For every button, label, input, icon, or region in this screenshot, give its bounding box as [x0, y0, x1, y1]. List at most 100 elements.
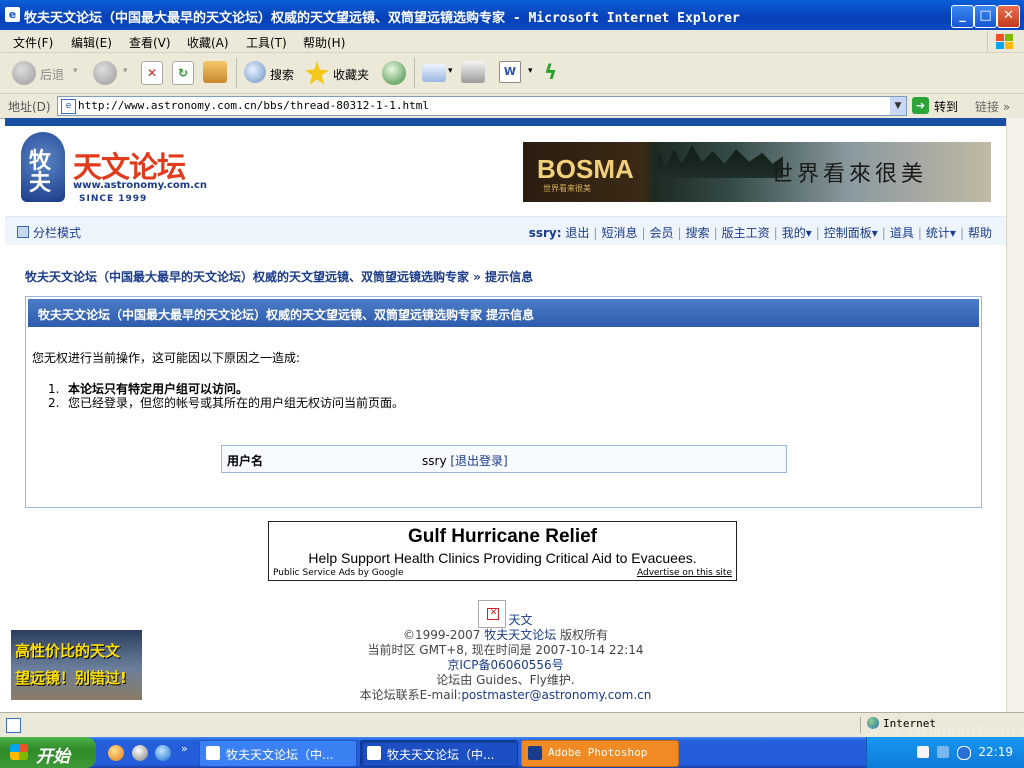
banner-brand-sub: 世界看来很美: [543, 184, 591, 193]
list-item: 2. 您已经登录，但您的帐号或其所在的用户组无权访问当前页面。: [48, 396, 405, 410]
refresh-icon[interactable]: ↻: [172, 61, 194, 85]
user-links: ssry: 退出 | 短消息 | 会员 | 搜索 | 版主工资 | 我的▾ | 控制面板▾ | 道具 | 统计▾…: [528, 226, 992, 240]
notice-header: 牧夫天文论坛（中国最大最早的天文论坛）权威的天文望远镜、双筒望远镜选购专家 提示…: [28, 299, 979, 327]
edit-word-icon[interactable]: W: [499, 61, 521, 83]
favorites-star-icon[interactable]: [305, 61, 329, 85]
print-icon[interactable]: [461, 61, 485, 83]
start-button[interactable]: 开始: [0, 737, 96, 768]
clock[interactable]: 22:19: [978, 745, 1013, 759]
task-ie-window-2[interactable]: 牧夫天文论坛（中...: [360, 740, 518, 767]
title-bar[interactable]: e 牧夫天文论坛（中国最大最早的天文论坛）权威的天文望远镜、双筒望远镜选购专家 …: [0, 0, 1024, 30]
nav-my[interactable]: 我的▾: [782, 226, 812, 240]
menu-help[interactable]: 帮助(H): [303, 34, 345, 51]
menu-file[interactable]: 文件(F): [13, 34, 53, 51]
nav-messages[interactable]: 短消息: [601, 226, 637, 240]
column-mode-link[interactable]: 分栏模式: [17, 224, 81, 241]
vertical-scrollbar[interactable]: [1006, 118, 1024, 712]
breadcrumb[interactable]: 牧夫天文论坛（中国最大最早的天文论坛）权威的天文望远镜、双筒望远镜选购专家 » …: [25, 268, 533, 285]
windows-flag-icon: [10, 744, 28, 760]
site-logo[interactable]: 牧夫 天文论坛 www.astronomy.com.cn SINCE 1999: [17, 132, 207, 204]
collapse-tray-icon[interactable]: [957, 746, 971, 760]
menu-favorites[interactable]: 收藏(A): [187, 34, 229, 51]
taskbar: 开始 » 牧夫天文论坛（中... 牧夫天文论坛（中... Adobe Photo…: [0, 727, 1024, 768]
toolbar-separator: [414, 58, 415, 88]
menu-edit[interactable]: 编辑(E): [71, 34, 112, 51]
back-button-label[interactable]: 后退: [40, 66, 64, 83]
footer-timezone: 当前时区 GMT+8, 现在时间是 2007-10-14 22:14: [367, 643, 644, 657]
forward-dropdown-icon[interactable]: ▾: [123, 66, 128, 76]
home-icon[interactable]: [203, 61, 227, 83]
notice-message: 您无权进行当前操作，这可能因以下原因之一造成:: [32, 351, 301, 365]
telescope-side-ad[interactable]: 高性价比的天文 望远镜！别错过!: [11, 630, 142, 700]
quicklaunch-media-icon[interactable]: [132, 745, 148, 761]
page-icon: e: [61, 99, 76, 114]
edit-dropdown-icon[interactable]: ▾: [528, 66, 533, 76]
footer-icp[interactable]: 京ICP备06060556号: [5, 658, 1006, 673]
task-ie-window-1[interactable]: 牧夫天文论坛（中...: [199, 740, 357, 767]
go-button-label[interactable]: 转到: [934, 98, 958, 115]
favorites-button-label[interactable]: 收藏夹: [333, 66, 369, 83]
quicklaunch-messenger-icon[interactable]: [108, 745, 124, 761]
ad-subline: Help Support Health Clinics Providing Cr…: [308, 550, 697, 566]
ad-headline[interactable]: Gulf Hurricane Relief: [269, 526, 736, 548]
back-dropdown-icon[interactable]: ▾: [73, 66, 78, 76]
nav-search[interactable]: 搜索: [686, 226, 710, 240]
task-photoshop[interactable]: Adobe Photoshop: [521, 740, 679, 767]
quicklaunch-more-icon[interactable]: »: [181, 742, 188, 755]
messenger-icon[interactable]: ϟ: [544, 61, 566, 83]
address-input[interactable]: e http://www.astronomy.com.cn/bbs/thread…: [57, 96, 907, 116]
close-button[interactable]: ✕: [997, 5, 1020, 28]
ie-icon: [367, 746, 381, 760]
search-icon[interactable]: [244, 61, 266, 83]
username[interactable]: ssry:: [529, 226, 562, 240]
back-icon[interactable]: [12, 61, 36, 85]
banner-slogan: 世界看來很美: [771, 162, 928, 187]
footer-site-link[interactable]: 牧夫天文论坛: [484, 628, 556, 642]
minimize-button[interactable]: _: [951, 5, 974, 28]
stop-icon[interactable]: ✕: [141, 61, 163, 85]
bosma-banner-ad[interactable]: BOSMA 世界看来很美 世界看來很美: [523, 142, 991, 202]
google-ad[interactable]: Gulf Hurricane Relief Help Support Healt…: [268, 521, 737, 581]
watermark: WWW.ASTRONOMY.COM.CN: [869, 727, 1024, 738]
list-item: 1. 本论坛只有特定用户组可以访问。: [48, 382, 249, 396]
system-tray: WWW.ASTRONOMY.COM.CN 22:19: [866, 727, 1024, 768]
help-tray-icon[interactable]: [917, 746, 929, 758]
logout-link[interactable]: [退出登录]: [450, 454, 507, 468]
address-url[interactable]: http://www.astronomy.com.cn/bbs/thread-8…: [78, 99, 429, 112]
forward-icon[interactable]: [93, 61, 117, 85]
forum-nav: 分栏模式 ssry: 退出 | 短消息 | 会员 | 搜索 | 版主工资 | 我的▾ | 控制面板▾ | 道…: [5, 216, 1006, 245]
advertise-link[interactable]: Advertise on this site: [637, 568, 732, 578]
go-arrow-icon[interactable]: ➜: [912, 97, 929, 114]
photoshop-icon: [528, 746, 542, 760]
links-label[interactable]: 链接 »: [975, 98, 1010, 115]
top-band: [5, 118, 1006, 126]
history-icon[interactable]: [382, 61, 406, 85]
footer-email[interactable]: postmaster@astronomy.com.cn: [461, 688, 651, 702]
search-button-label[interactable]: 搜索: [270, 66, 294, 83]
logo-since: SINCE 1999: [79, 194, 148, 204]
toolbar-separator: [236, 58, 237, 88]
quicklaunch-ie-icon[interactable]: [155, 745, 171, 761]
nav-help[interactable]: 帮助: [968, 226, 992, 240]
nav-members[interactable]: 会员: [650, 226, 674, 240]
nav-stats[interactable]: 统计▾: [926, 226, 956, 240]
broken-image-icon: ✕: [478, 600, 507, 628]
nav-moderator-pay[interactable]: 版主工资: [722, 226, 770, 240]
footer-icon-label[interactable]: 天文: [508, 613, 532, 627]
ad-by-google[interactable]: Public Service Ads by Google: [273, 568, 404, 578]
menu-bar: 文件(F) 编辑(E) 查看(V) 收藏(A) 工具(T) 帮助(H): [0, 30, 1024, 53]
mail-icon[interactable]: [422, 64, 446, 82]
maximize-button[interactable]: □: [974, 5, 997, 28]
address-dropdown-icon[interactable]: ▼: [890, 97, 906, 115]
nav-control-panel[interactable]: 控制面板▾: [824, 226, 878, 240]
footer-maintained: 论坛由 Guides、Fly维护.: [436, 673, 575, 687]
network-tray-icon[interactable]: [937, 746, 949, 758]
menu-view[interactable]: 查看(V): [129, 34, 171, 51]
column-mode-icon: [17, 226, 29, 238]
username-row: 用户名 ssry [退出登录]: [221, 445, 787, 473]
mail-dropdown-icon[interactable]: ▾: [448, 66, 453, 76]
side-ad-line2: 望远镜！别错过!: [15, 669, 127, 687]
menu-tools[interactable]: 工具(T): [246, 34, 287, 51]
nav-logout[interactable]: 退出: [565, 226, 589, 240]
nav-tools[interactable]: 道具: [890, 226, 914, 240]
